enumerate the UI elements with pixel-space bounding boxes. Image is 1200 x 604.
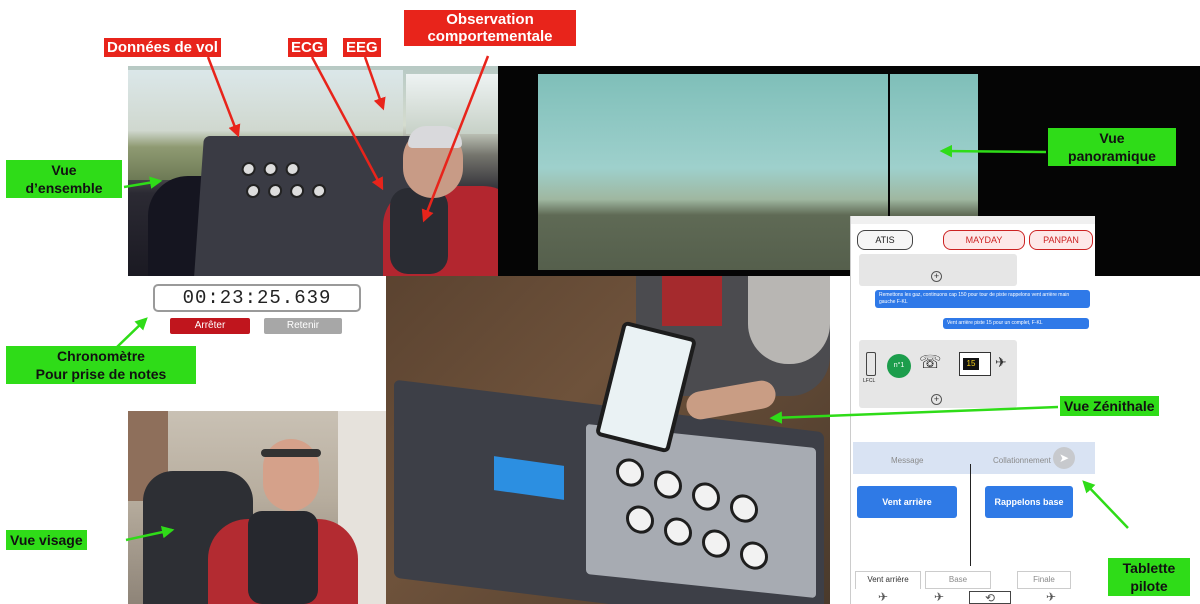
chronometer-label-line1: Chronomètre xyxy=(57,348,145,364)
cruise-icon[interactable]: ✈ xyxy=(921,591,957,604)
stop-button[interactable]: Arrêter xyxy=(170,318,250,334)
plane-icon: ✈ xyxy=(995,354,1007,370)
panoramic-label-line1: Vue xyxy=(1099,130,1125,146)
gauge-icon xyxy=(692,481,720,512)
control-tower-icon[interactable] xyxy=(866,352,876,376)
downwind-button[interactable]: Vent arrière xyxy=(857,486,957,518)
behavioral-label-line1: Observation xyxy=(446,11,534,28)
gauge-icon xyxy=(626,504,654,536)
sim-screen-panel-center xyxy=(594,74,888,270)
tablet-label: Tablette pilote xyxy=(1108,558,1190,596)
tab-final[interactable]: Finale xyxy=(1017,571,1071,589)
behavioral-label-line2: comportementale xyxy=(427,28,553,45)
column-divider xyxy=(970,464,971,566)
pilot-tablet-screen: ATIS MAYDAY PANPAN + Remettons les gaz, … xyxy=(850,216,1095,604)
face-camera-view xyxy=(128,411,386,604)
collation-label: Collationnement xyxy=(993,456,1051,465)
keep-button[interactable]: Retenir xyxy=(264,318,342,334)
flight-data-label: Données de vol xyxy=(104,38,221,57)
face-label: Vue visage xyxy=(6,530,87,550)
gauge-icon xyxy=(263,162,279,176)
eeg-label: EEG xyxy=(343,38,381,57)
timer-display: 00:23:25.639 xyxy=(153,284,361,312)
gauge-icon xyxy=(664,516,692,548)
gauge-icon xyxy=(285,162,301,176)
panpan-button[interactable]: PANPAN xyxy=(1029,230,1093,250)
sim-screen-right xyxy=(406,74,498,134)
gauge-icon xyxy=(654,469,682,501)
gauge-icon xyxy=(267,184,283,198)
eeg-headset xyxy=(408,126,462,148)
zenithal-camera-view xyxy=(386,276,830,604)
phase-icon-bar: ✈ ✈ ⟲ ✈ xyxy=(851,591,1095,604)
gauge-icon xyxy=(730,493,758,524)
tab-base[interactable]: Base xyxy=(925,571,991,589)
overview-camera-view xyxy=(128,66,498,278)
gauge-icon xyxy=(616,457,644,489)
atis-button[interactable]: ATIS xyxy=(857,230,913,250)
gauge-icon xyxy=(289,184,305,198)
mayday-button[interactable]: MAYDAY xyxy=(943,230,1025,250)
send-icon[interactable]: ➤ xyxy=(1053,447,1075,469)
ecg-vest xyxy=(390,188,448,274)
call-base-button[interactable]: Rappelons base xyxy=(985,486,1073,518)
landing-icon[interactable]: ✈ xyxy=(1033,591,1069,604)
behavioral-observation-label: Observation comportementale xyxy=(404,10,576,46)
sent-message: Vent arrière piste 15 pour un complet, F… xyxy=(943,318,1089,329)
airport-code: LFCL xyxy=(863,378,876,384)
takeoff-icon[interactable]: ✈ xyxy=(865,591,901,604)
tab-downwind[interactable]: Vent arrière xyxy=(855,571,921,589)
pilot-shirt xyxy=(662,276,722,326)
gauge-icon xyxy=(311,184,327,198)
runway-box[interactable]: 15 xyxy=(959,352,991,376)
gauge-icon xyxy=(245,184,261,198)
pilot-hair xyxy=(748,276,830,364)
overview-label-line1: Vue xyxy=(51,162,77,178)
gauge-icon xyxy=(740,540,768,572)
chronometer-label-line2: Pour prise de notes xyxy=(35,366,167,382)
phone-icon[interactable]: ☏ xyxy=(919,352,942,373)
message-card: + xyxy=(859,254,1017,286)
overview-label: Vue d’ensemble xyxy=(6,160,122,198)
compose-card: LFCL n°1 ☏ 15 ✈ + xyxy=(859,340,1017,408)
panoramic-label: Vue panoramique xyxy=(1048,128,1176,166)
message-label: Message xyxy=(891,456,924,465)
runway-number: 15 xyxy=(963,358,979,370)
zenithal-label: Vue Zénithale xyxy=(1060,396,1159,416)
tablet-label-line2: pilote xyxy=(1130,578,1168,594)
ecg-vest xyxy=(248,511,318,604)
circuit-icon[interactable]: ⟲ xyxy=(969,591,1011,604)
traffic-number-badge[interactable]: n°1 xyxy=(887,354,911,378)
status-bar xyxy=(851,216,1095,224)
add-icon[interactable]: + xyxy=(931,394,942,405)
gauge-icon xyxy=(241,162,257,176)
chronometer-panel: 00:23:25.639 Arrêter Retenir xyxy=(128,276,386,411)
tablet-label-line1: Tablette xyxy=(1122,560,1176,576)
ecg-label: ECG xyxy=(288,38,327,57)
panoramic-label-line2: panoramique xyxy=(1068,148,1156,164)
chronometer-label: Chronomètre Pour prise de notes xyxy=(6,346,196,384)
eeg-headset xyxy=(261,449,321,457)
instrument-panel xyxy=(586,423,816,599)
sent-message: Remettons les gaz, continuons cap 150 po… xyxy=(875,290,1090,308)
add-icon[interactable]: + xyxy=(931,271,942,282)
overview-label-line2: d’ensemble xyxy=(25,180,103,196)
gauge-icon xyxy=(702,528,730,560)
